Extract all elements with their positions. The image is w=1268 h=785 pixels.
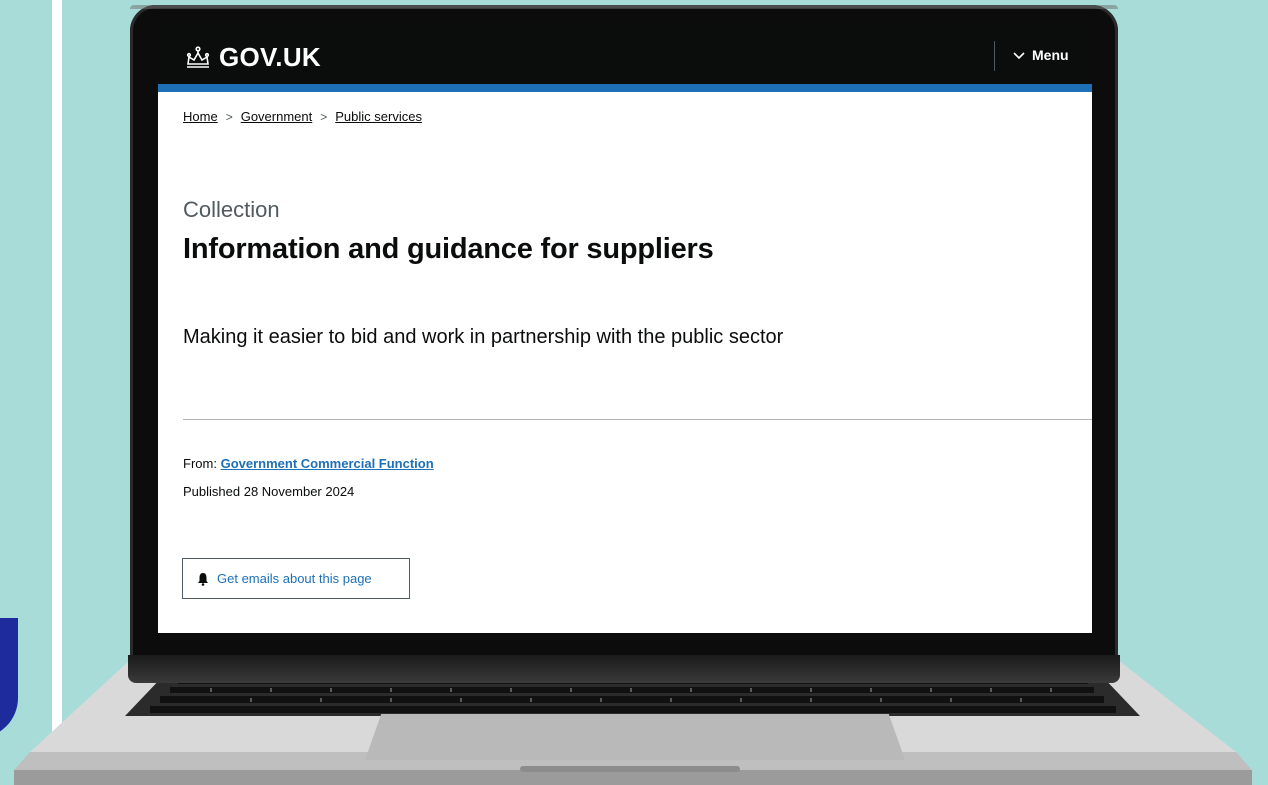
meta-published: Published 28 November 2024 <box>183 484 355 499</box>
breadcrumb-government[interactable]: Government <box>241 109 313 124</box>
govuk-logo[interactable]: GOV.UK <box>183 42 321 73</box>
meta-from-link[interactable]: Government Commercial Function <box>221 456 434 471</box>
laptop-hinge <box>128 655 1120 683</box>
meta-from-label: From: <box>183 456 217 471</box>
get-emails-label: Get emails about this page <box>217 571 372 586</box>
page-caption: Collection <box>183 197 280 222</box>
header-blue-bar <box>158 84 1092 92</box>
logo-text: GOV.UK <box>219 42 321 72</box>
trackpad <box>365 714 905 760</box>
page-title: Information and guidance for suppliers <box>183 233 714 265</box>
get-emails-button[interactable]: Get emails about this page <box>182 558 410 599</box>
bell-icon <box>198 572 208 586</box>
page-lead: Making it easier to bid and work in part… <box>183 326 784 348</box>
breadcrumb-chevron-icon: > <box>225 109 233 124</box>
lid-highlight <box>130 5 1118 9</box>
crown-icon <box>186 45 210 68</box>
browser-screen: GOV.UK Menu Home > Government > Public s… <box>158 27 1092 633</box>
breadcrumb-chevron-icon: > <box>320 109 328 124</box>
meta-from: From: Government Commercial Function <box>183 456 434 471</box>
breadcrumb-home[interactable]: Home <box>183 109 218 124</box>
chevron-down-icon <box>1013 52 1025 60</box>
menu-label: Menu <box>1032 47 1069 63</box>
page-background: GOV.UK Menu Home > Government > Public s… <box>0 0 1268 785</box>
menu-separator <box>994 41 995 71</box>
breadcrumb: Home > Government > Public services <box>183 109 422 124</box>
site-header: GOV.UK Menu <box>158 27 1092 84</box>
section-divider <box>183 419 1092 420</box>
breadcrumb-public-services[interactable]: Public services <box>335 109 422 124</box>
menu-button[interactable]: Menu <box>1013 47 1069 63</box>
